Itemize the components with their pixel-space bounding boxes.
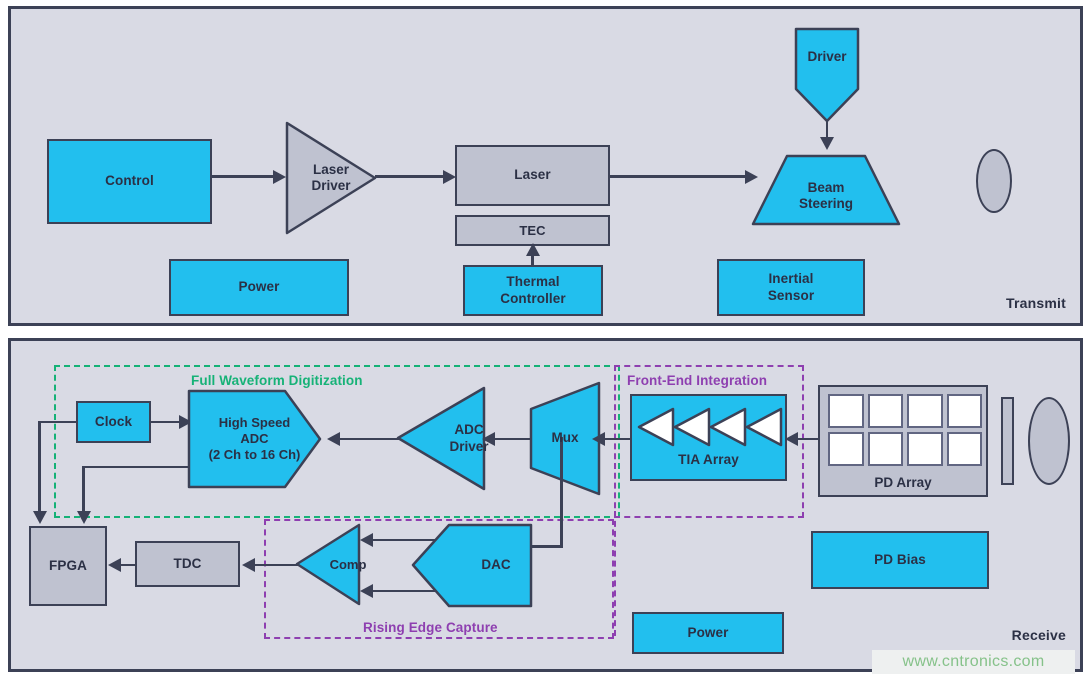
block-transmit-power-label: Power — [238, 279, 280, 295]
block-laser-label: Laser — [514, 167, 551, 183]
block-comp-label: Comp — [329, 556, 367, 572]
block-driver-label: Driver — [807, 49, 847, 64]
pd-cell — [867, 432, 903, 466]
block-mux[interactable]: Mux — [529, 381, 601, 496]
block-adc-driver[interactable]: ADC Driver — [396, 386, 489, 491]
block-control[interactable]: Control — [47, 139, 212, 224]
optical-filter-icon — [1001, 397, 1014, 485]
group-front-end-integration-extension — [614, 511, 617, 636]
block-inertial-sensor-label: Inertial Sensor — [767, 271, 815, 303]
wire-comp-to-tdc — [251, 563, 299, 566]
wire-laser-to-beam-steering — [608, 175, 753, 178]
block-tia-array[interactable]: TIA Array — [630, 394, 787, 481]
transmit-panel: Control Laser Driver Laser TEC Thermal C… — [8, 6, 1083, 326]
block-adc-driver-label: ADC Driver — [449, 422, 489, 454]
block-tec[interactable]: TEC — [455, 215, 610, 246]
block-comp[interactable]: Comp — [295, 523, 366, 606]
block-tia-array-label: TIA Array — [678, 451, 739, 467]
wire-adc-bus-h — [82, 465, 192, 468]
pd-cell — [907, 394, 943, 428]
block-clock[interactable]: Clock — [76, 401, 151, 443]
group-front-end-integration-label: Front-End Integration — [627, 373, 768, 388]
block-pd-array[interactable]: PD Array — [818, 385, 988, 497]
block-beam-steering[interactable]: Beam Steering — [751, 154, 901, 226]
block-laser-driver[interactable]: Laser Driver — [285, 121, 377, 235]
arrow-thermal-to-tec — [525, 243, 540, 256]
wire-clock-bus-h — [38, 420, 78, 423]
pd-cell — [828, 432, 864, 466]
block-laser[interactable]: Laser — [455, 145, 610, 206]
block-receive-power[interactable]: Power — [632, 612, 784, 654]
block-dac[interactable]: DAC — [411, 523, 533, 608]
block-high-speed-adc-label: High Speed ADC (2 Ch to 16 Ch) — [208, 415, 301, 462]
block-dac-label: DAC — [481, 557, 511, 573]
transmit-lens-icon — [976, 149, 1012, 213]
block-thermal-controller[interactable]: Thermal Controller — [463, 265, 603, 316]
block-pd-bias[interactable]: PD Bias — [811, 531, 989, 589]
block-beam-steering-label: Beam Steering — [798, 179, 853, 211]
wire-clock-bus-v — [38, 420, 41, 515]
group-full-waveform-digitization-label: Full Waveform Digitization — [191, 373, 363, 388]
block-driver[interactable]: Driver — [794, 27, 860, 123]
block-fpga[interactable]: FPGA — [29, 526, 107, 606]
block-laser-driver-label: Laser Driver — [311, 161, 351, 193]
arrow-clock-to-fpga — [32, 511, 47, 524]
pd-cell — [867, 394, 903, 428]
block-control-label: Control — [105, 173, 154, 189]
diagram-root: Control Laser Driver Laser TEC Thermal C… — [0, 0, 1091, 679]
block-tdc[interactable]: TDC — [135, 541, 240, 587]
block-tdc-label: TDC — [173, 555, 202, 571]
block-clock-label: Clock — [94, 413, 133, 429]
arrow-comp-to-tdc — [242, 558, 255, 572]
watermark: www.cntronics.com — [872, 650, 1075, 674]
transmit-panel-label: Transmit — [1006, 295, 1066, 311]
group-rising-edge-capture-label: Rising Edge Capture — [363, 620, 498, 635]
pd-cell — [828, 394, 864, 428]
block-transmit-power[interactable]: Power — [169, 259, 349, 316]
block-pd-bias-label: PD Bias — [874, 551, 926, 567]
receive-lens-icon — [1028, 397, 1070, 485]
receive-panel: Full Waveform Digitization Front-End Int… — [8, 338, 1083, 672]
arrow-adc-to-fpga — [76, 511, 91, 524]
wire-control-to-laser-driver — [212, 175, 282, 178]
block-mux-label: Mux — [551, 430, 579, 446]
block-inertial-sensor[interactable]: Inertial Sensor — [717, 259, 865, 316]
wire-adc-bus-v — [82, 465, 85, 515]
block-receive-power-label: Power — [687, 624, 729, 640]
block-high-speed-adc[interactable]: High Speed ADC (2 Ch to 16 Ch) — [187, 389, 322, 489]
block-thermal-controller-label: Thermal Controller — [500, 274, 566, 306]
pd-array-grid — [828, 394, 982, 466]
pd-cell — [946, 432, 982, 466]
pd-cell — [946, 394, 982, 428]
block-pd-array-label: PD Array — [874, 475, 932, 490]
arrow-pd-to-tia — [785, 432, 798, 446]
tia-channel-triangles — [632, 406, 785, 448]
block-fpga-label: FPGA — [49, 557, 87, 573]
receive-panel-label: Receive — [1011, 627, 1066, 643]
pd-cell — [907, 432, 943, 466]
arrow-tdc-to-fpga — [108, 558, 121, 572]
block-tec-label: TEC — [519, 222, 546, 238]
